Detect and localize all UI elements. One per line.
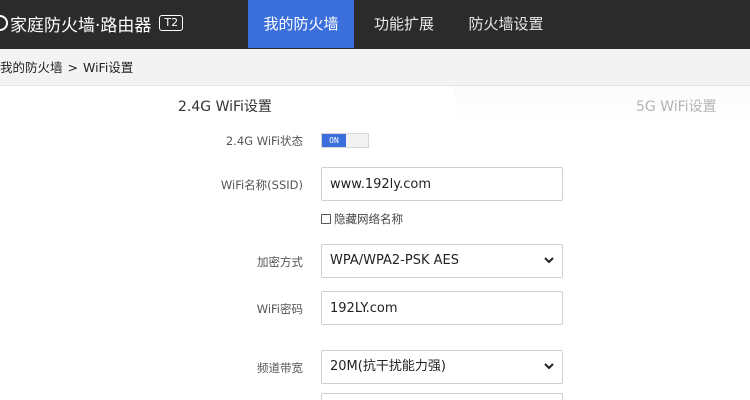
encryption-select[interactable]: WPA/WPA2-PSK AES — [321, 244, 563, 278]
hide-network-checkbox[interactable] — [321, 214, 331, 224]
tab-my-firewall[interactable]: 我的防火墙 — [248, 0, 354, 48]
wifi-status-toggle[interactable]: ON — [321, 133, 369, 148]
breadcrumb: 我的防火墙 > WiFi设置 — [0, 49, 750, 86]
chevron-down-icon — [544, 363, 554, 370]
tab-firewall-settings[interactable]: 防火墙设置 — [458, 0, 554, 48]
brand-title: 家庭防火墙·路由器 — [10, 15, 152, 36]
breadcrumb-separator: > — [67, 60, 78, 75]
ssid-input[interactable] — [321, 167, 563, 201]
hide-network-option: 隐藏网络名称 — [321, 211, 403, 227]
tab-extensions[interactable]: 功能扩展 — [360, 0, 448, 48]
toggle-on-indicator: ON — [322, 134, 346, 147]
section-tab-2-4g[interactable]: 2.4G WiFi设置 — [178, 96, 272, 116]
ssid-label: WiFi名称(SSID) — [220, 178, 303, 192]
wifi-status-label: 2.4G WiFi状态 — [225, 134, 303, 148]
section-tab-5g[interactable]: 5G WiFi设置 — [636, 96, 717, 116]
bandwidth-label: 频道带宽 — [257, 361, 303, 375]
brand: 家庭防火墙·路由器 T2 — [0, 11, 184, 36]
breadcrumb-home-link[interactable]: 我的防火墙 — [0, 60, 63, 75]
encryption-label: 加密方式 — [257, 255, 303, 269]
top-navigation-bar: 家庭防火墙·路由器 T2 我的防火墙 功能扩展 防火墙设置 — [0, 0, 750, 49]
bandwidth-value: 20M(抗干扰能力强) — [330, 359, 446, 374]
model-badge: T2 — [159, 15, 184, 31]
encryption-value: WPA/WPA2-PSK AES — [330, 253, 459, 268]
password-input[interactable] — [321, 291, 563, 325]
next-field-partial[interactable] — [321, 393, 563, 400]
hide-network-label: 隐藏网络名称 — [334, 212, 403, 226]
password-label: WiFi密码 — [256, 302, 303, 316]
breadcrumb-current: WiFi设置 — [83, 60, 134, 75]
chevron-down-icon — [544, 257, 554, 264]
bandwidth-select[interactable]: 20M(抗干扰能力强) — [321, 350, 563, 384]
logo-icon — [0, 15, 8, 31]
